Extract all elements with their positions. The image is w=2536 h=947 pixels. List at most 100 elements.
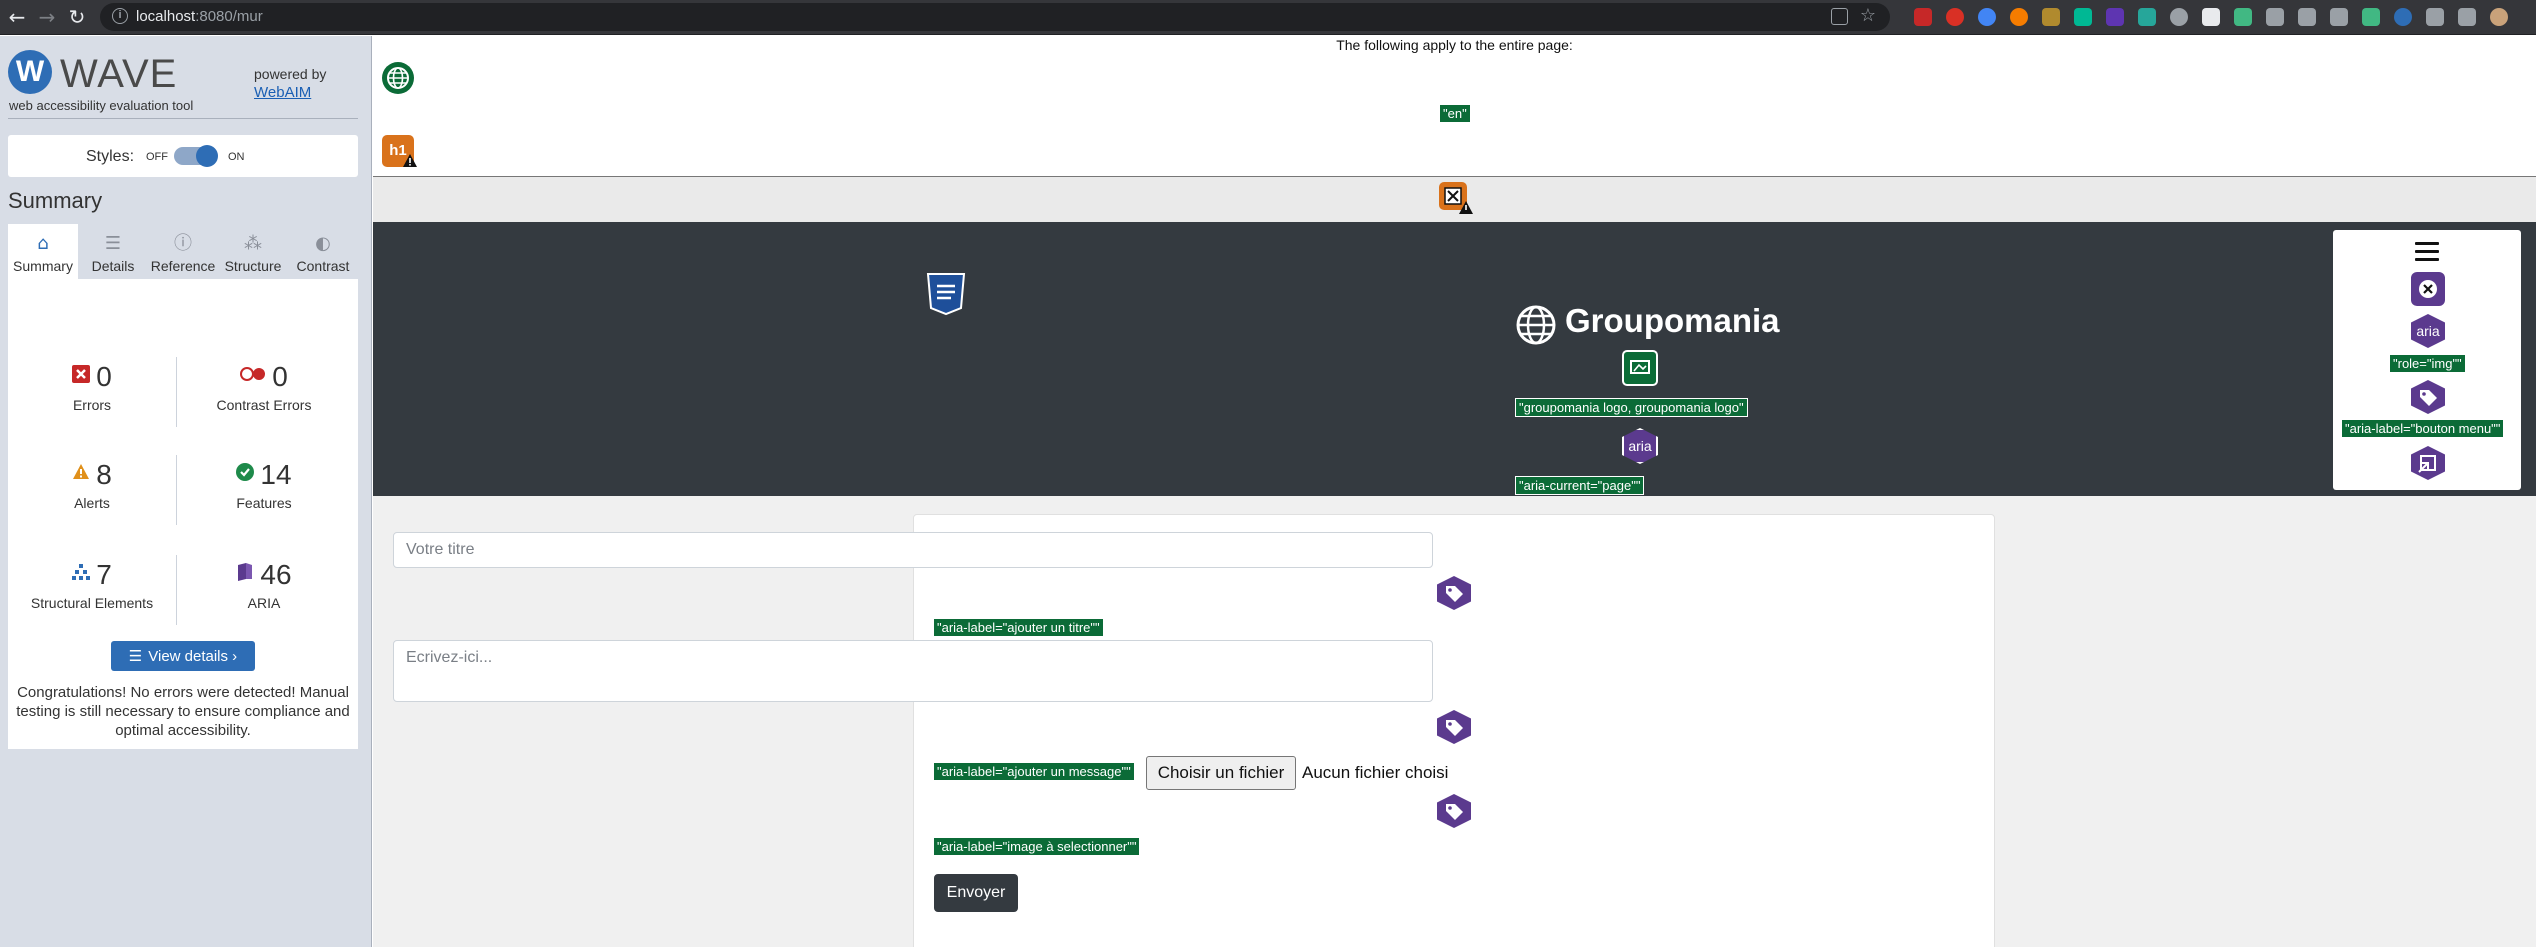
stat-separator bbox=[176, 555, 177, 625]
powered-by-label: powered by bbox=[254, 66, 327, 82]
extension-icon-3[interactable] bbox=[1978, 8, 1996, 26]
alert-icon bbox=[73, 464, 90, 479]
hamburger-menu-icon[interactable] bbox=[2415, 242, 2439, 264]
features-count: 14 bbox=[260, 459, 292, 490]
aria-feature-icon[interactable]: aria bbox=[1622, 428, 1658, 464]
extension-icon-14[interactable] bbox=[2330, 8, 2348, 26]
info-icon: ⓘ bbox=[174, 233, 192, 254]
message-textarea[interactable]: Ecrivez-ici... bbox=[393, 640, 1433, 702]
tab-reference-label: Reference bbox=[150, 258, 216, 274]
aria-count: 46 bbox=[260, 559, 292, 590]
extensions-puzzle-icon[interactable] bbox=[2426, 8, 2444, 26]
contrast-errors-label: Contrast Errors bbox=[216, 397, 312, 413]
popup-arrow-icon bbox=[2418, 455, 2436, 473]
list-icon: ☰ bbox=[104, 233, 122, 254]
wave-logo-text: WAVE bbox=[60, 52, 178, 96]
css-structure-icon[interactable] bbox=[925, 272, 967, 316]
webaim-link[interactable]: WebAIM bbox=[254, 84, 311, 101]
structural-count: 7 bbox=[96, 559, 112, 590]
submit-button[interactable]: Envoyer bbox=[934, 874, 1018, 912]
aria-role-icon[interactable]: aria bbox=[2411, 314, 2445, 348]
translate-icon[interactable] bbox=[1831, 8, 1848, 25]
structural-label: Structural Elements bbox=[30, 595, 154, 611]
alert-icon bbox=[403, 154, 417, 167]
extension-icon-7[interactable] bbox=[2106, 8, 2124, 26]
alt-text-feature-icon[interactable] bbox=[1622, 350, 1658, 386]
file-status-text: Aucun fichier choisi bbox=[1302, 763, 1449, 782]
wave-logo-icon: W bbox=[8, 50, 52, 94]
alert-icon bbox=[1459, 201, 1473, 214]
lang-annotation: "en" bbox=[1439, 104, 1471, 123]
forward-icon[interactable]: → bbox=[36, 6, 58, 28]
features-label: Features bbox=[236, 495, 292, 511]
profile-avatar[interactable] bbox=[2490, 8, 2508, 26]
aria-label-title-annotation: "aria-label="ajouter un titre"" bbox=[933, 618, 1104, 637]
contrast-icon: ◐ bbox=[315, 233, 331, 254]
stat-errors[interactable]: 0 Errors bbox=[12, 361, 172, 413]
view-details-button[interactable]: ☰ View details › bbox=[111, 641, 255, 671]
stat-features[interactable]: 14 Features bbox=[184, 459, 344, 511]
alert-band bbox=[373, 177, 2536, 222]
reading-list-icon[interactable] bbox=[2458, 8, 2476, 26]
evaluated-page: The following apply to the entire page: … bbox=[373, 36, 2536, 947]
css3-shield-icon bbox=[926, 273, 966, 316]
bookmark-star-icon[interactable]: ☆ bbox=[1860, 5, 1876, 26]
menu-button-region: aria "role="img"" "aria-label="bouton me… bbox=[2333, 230, 2521, 490]
errors-count: 0 bbox=[96, 361, 112, 392]
styles-toggle-switch[interactable] bbox=[174, 145, 218, 167]
globe-logo-icon bbox=[1516, 305, 1556, 345]
extension-icon-4[interactable] bbox=[2010, 8, 2028, 26]
title-input[interactable]: Votre titre bbox=[393, 532, 1433, 568]
extension-icon-10[interactable] bbox=[2202, 8, 2220, 26]
choose-file-button[interactable]: Choisir un fichier bbox=[1146, 756, 1296, 790]
wave-extension-icon[interactable] bbox=[2394, 8, 2412, 26]
site-navbar: Groupomania "groupomania logo, groupoman… bbox=[373, 222, 2536, 496]
back-icon[interactable]: ← bbox=[6, 6, 28, 28]
congratulations-message: Congratulations! No errors were detected… bbox=[16, 684, 350, 739]
site-info-icon[interactable]: i bbox=[112, 8, 128, 24]
extension-icon-15[interactable] bbox=[2362, 8, 2380, 26]
empty-button-aria-icon[interactable] bbox=[2411, 272, 2445, 306]
error-icon bbox=[72, 365, 91, 383]
aria-label-message-annotation: "aria-label="ajouter un message"" bbox=[933, 762, 1135, 781]
styles-label: Styles: bbox=[86, 148, 135, 165]
extension-icon-12[interactable] bbox=[2266, 8, 2284, 26]
address-bar[interactable]: i localhost:8080/mur ☆ bbox=[100, 3, 1890, 31]
alerts-count: 8 bbox=[96, 459, 112, 490]
aria-current-annotation: "aria-current="page"" bbox=[1515, 476, 1645, 495]
aria-label-icon[interactable] bbox=[2411, 380, 2445, 414]
adblock-extension-icon[interactable] bbox=[1914, 8, 1932, 26]
aria-popup-icon[interactable] bbox=[2411, 446, 2445, 480]
wave-sidebar: W WAVE web accessibility evaluation tool… bbox=[0, 36, 372, 947]
divider bbox=[8, 118, 358, 119]
styles-on-label: ON bbox=[228, 151, 245, 163]
structure-icon bbox=[72, 564, 91, 580]
extension-icon-8[interactable] bbox=[2138, 8, 2156, 26]
styles-off-label: OFF bbox=[146, 151, 168, 163]
extension-icon-6[interactable] bbox=[2074, 8, 2092, 26]
aria-label-image-annotation: "aria-label="image à selectionner"" bbox=[933, 837, 1141, 856]
contrast-error-icon bbox=[240, 367, 266, 381]
summary-heading: Summary bbox=[8, 188, 103, 213]
tab-summary-label: Summary bbox=[13, 258, 73, 274]
reload-icon[interactable]: ↻ bbox=[66, 6, 88, 28]
extension-icon-5[interactable] bbox=[2042, 8, 2060, 26]
url-path: :8080/mur bbox=[195, 8, 263, 25]
stat-aria[interactable]: 46 ARIA bbox=[184, 559, 344, 611]
aria-label-menu-annotation: "aria-label="bouton menu"" bbox=[2341, 419, 2505, 438]
aria-label: ARIA bbox=[247, 595, 281, 611]
structure-icon: ⁂ bbox=[244, 233, 262, 254]
brand-name[interactable]: Groupomania bbox=[1565, 302, 1780, 340]
language-feature-icon[interactable] bbox=[382, 62, 414, 94]
feature-check-icon bbox=[236, 463, 255, 481]
stat-separator bbox=[176, 357, 177, 427]
aria-icon-text: aria bbox=[2416, 323, 2440, 339]
extension-icon-9[interactable] bbox=[2170, 8, 2188, 26]
stat-alerts[interactable]: 8 Alerts bbox=[12, 459, 172, 511]
stat-contrast-errors[interactable]: 0 Contrast Errors bbox=[184, 361, 344, 413]
extension-icon-13[interactable] bbox=[2298, 8, 2316, 26]
vue-devtools-icon[interactable] bbox=[2234, 8, 2252, 26]
stat-structural[interactable]: 7 Structural Elements bbox=[12, 559, 172, 611]
extension-icon-2[interactable] bbox=[1946, 8, 1964, 26]
styles-toggle-box: Styles: OFF ON bbox=[8, 135, 358, 177]
